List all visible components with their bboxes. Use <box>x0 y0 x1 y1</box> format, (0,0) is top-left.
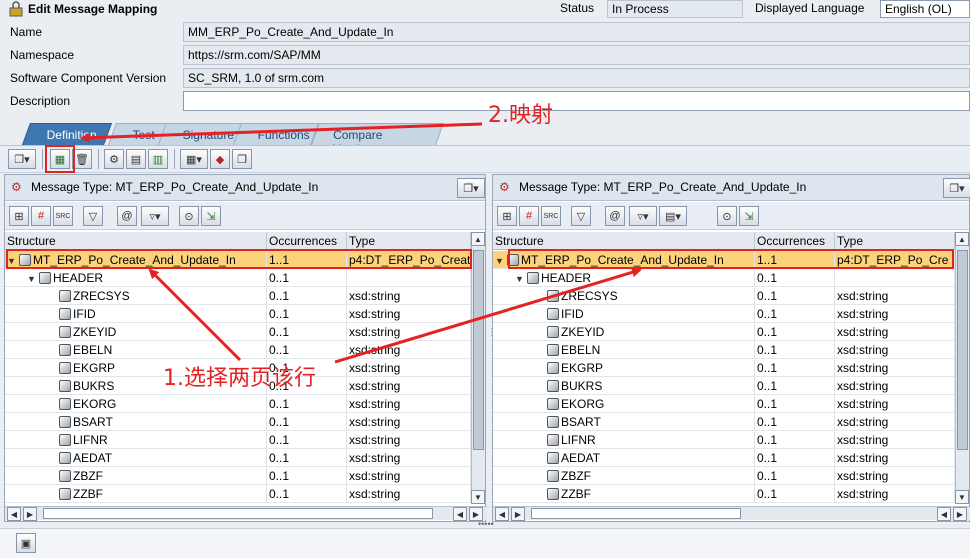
left-row-arrow <box>148 268 242 362</box>
right-row-arrow <box>334 267 642 364</box>
select-annotation: 1.选择两页该行 <box>163 366 316 391</box>
annotation-arrows <box>80 122 642 364</box>
map-arrow <box>80 122 483 143</box>
map-annotation: 2.映射 <box>488 103 553 128</box>
